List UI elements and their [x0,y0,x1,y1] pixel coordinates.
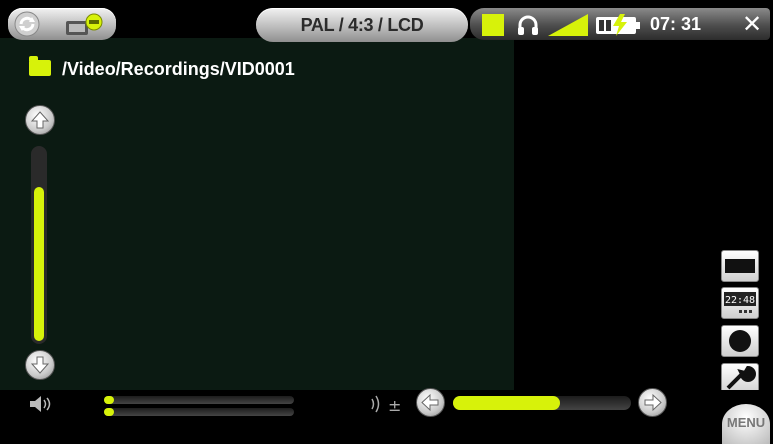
folder-icon [29,56,51,76]
close-icon[interactable]: ✕ [738,12,766,38]
arrow-down-icon[interactable] [25,350,55,380]
arrow-up-icon[interactable] [25,105,55,135]
adjust-slider-fill [453,396,560,410]
top-left-controls [8,8,116,40]
increase-button[interactable] [638,388,667,417]
battery-icon [596,14,642,36]
speaker-icon[interactable] [28,394,54,414]
timer-button[interactable]: 22:48 [721,287,759,319]
display-mode-label: PAL / 4:3 / LCD [300,15,424,35]
clock: 07: 31 [650,14,702,34]
record-button-icon [729,330,751,352]
menu-label: MENU [726,415,766,430]
audio-balance-slider-fill [104,408,114,416]
camera-icon[interactable] [64,13,108,37]
recording-path: /Video/Recordings/VID0001 [62,59,295,79]
svg-text:22:48: 22:48 [725,295,755,306]
display-mode-pill[interactable]: PAL / 4:3 / LCD [256,8,468,42]
timer-icon: 22:48 [724,292,756,313]
video-preview [0,38,514,390]
screen-mode-icon [725,259,755,273]
audio-balance-slider[interactable] [104,408,294,416]
status-bar [470,8,770,40]
svg-text:±: ± [388,396,401,415]
menu-button[interactable]: MENU [722,404,770,444]
audio-track-slider-fill [104,396,114,404]
record-button[interactable] [721,325,759,357]
audio-sync-icon[interactable]: ± [368,393,402,415]
screen-mode-button[interactable] [721,250,759,282]
decrease-button[interactable] [416,388,445,417]
audio-track-slider[interactable] [104,396,294,404]
refresh-icon[interactable] [14,11,40,37]
record-indicator-icon [482,14,504,36]
volume-slider-fill [34,187,44,341]
signal-icon [548,14,588,36]
headphones-icon [516,13,540,37]
